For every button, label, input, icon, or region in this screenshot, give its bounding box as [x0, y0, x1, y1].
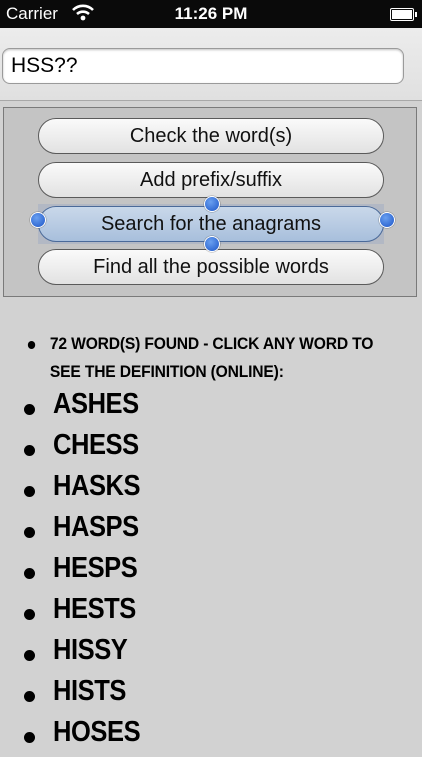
- results-summary-text: 72 WORD(S) FOUND - CLICK ANY WORD TO SEE…: [49, 334, 374, 381]
- word-link[interactable]: HESPS: [53, 552, 138, 585]
- search-input[interactable]: HSS??: [2, 48, 404, 84]
- top-bar: HSS??: [0, 28, 422, 100]
- selection-handle-right[interactable]: [379, 212, 395, 228]
- bullet-icon: [24, 732, 35, 743]
- bullet-icon: [27, 341, 36, 349]
- clock: 11:26 PM: [174, 4, 248, 23]
- bullet-icon: [24, 609, 35, 620]
- word-link[interactable]: HISSY: [53, 634, 128, 667]
- results-summary: 72 WORD(S) FOUND - CLICK ANY WORD TO SEE…: [26, 330, 387, 386]
- bullet-icon: [24, 404, 35, 415]
- divider: [0, 100, 422, 101]
- word-link[interactable]: HESTS: [53, 593, 136, 626]
- word-link[interactable]: HASPS: [53, 511, 139, 544]
- status-bar: Carrier 11:26 PM: [0, 0, 422, 28]
- word-link[interactable]: CHESS: [53, 429, 139, 462]
- action-panel: Check the word(s) Add prefix/suffix Sear…: [3, 107, 417, 297]
- battery-icon: [390, 8, 417, 21]
- selection-handle-top[interactable]: [204, 196, 220, 212]
- add-prefix-suffix-button[interactable]: Add prefix/suffix: [38, 162, 384, 198]
- word-link[interactable]: HOSES: [53, 716, 141, 749]
- bullet-icon: [24, 527, 35, 538]
- bullet-icon: [24, 691, 35, 702]
- bullet-icon: [24, 486, 35, 497]
- bullet-icon: [24, 568, 35, 579]
- selection-handle-left[interactable]: [30, 212, 46, 228]
- word-link[interactable]: ASHES: [53, 388, 139, 421]
- selection-handle-bottom[interactable]: [204, 236, 220, 252]
- word-link[interactable]: HISTS: [53, 675, 126, 708]
- bullet-icon: [24, 445, 35, 456]
- find-all-words-button[interactable]: Find all the possible words: [38, 249, 384, 285]
- bullet-icon: [24, 650, 35, 661]
- check-word-button[interactable]: Check the word(s): [38, 118, 384, 154]
- word-link[interactable]: HASKS: [53, 470, 141, 503]
